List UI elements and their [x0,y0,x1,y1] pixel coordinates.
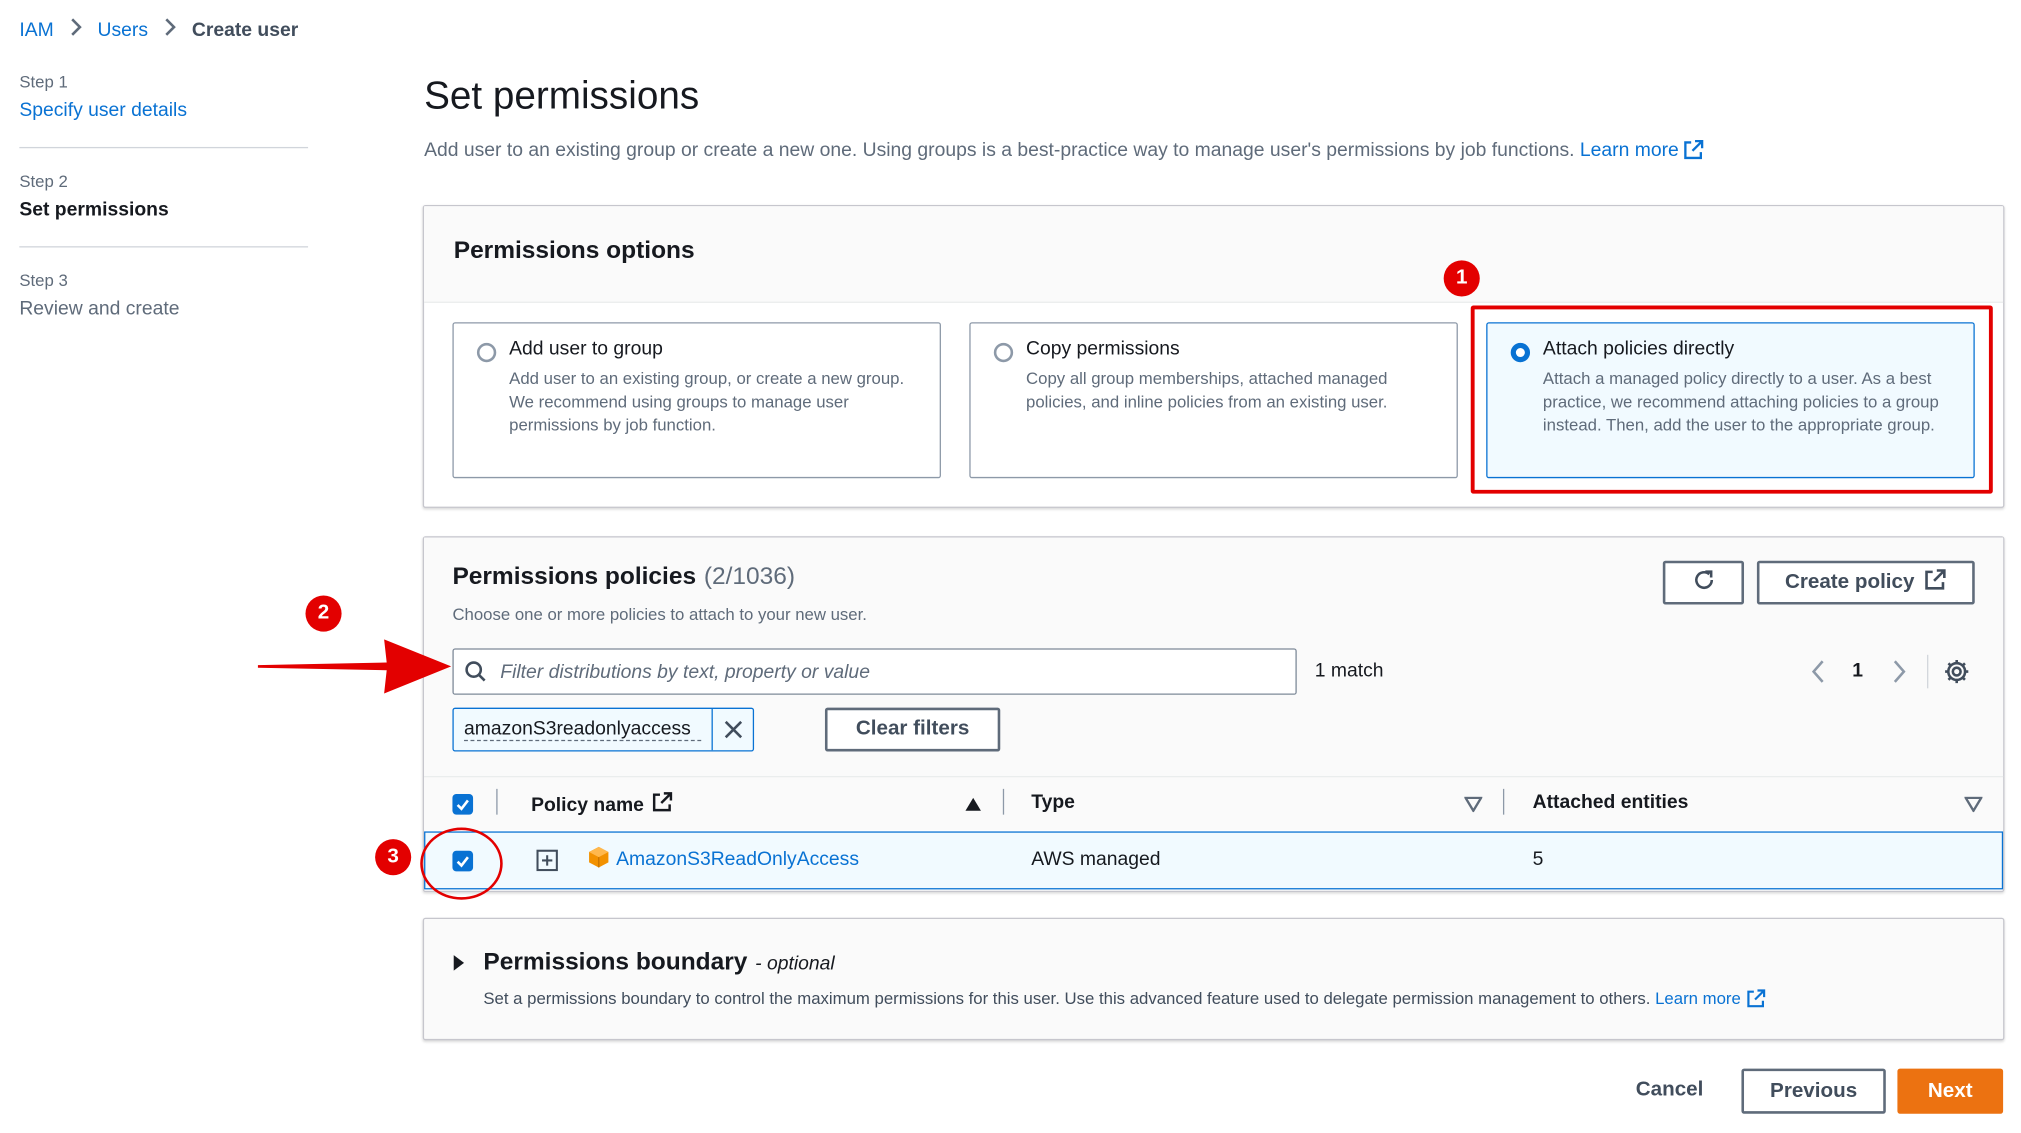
sort-icon[interactable] [1963,795,1984,818]
radio-copy-permissions[interactable] [993,342,1014,363]
step-2-label: Step 2 [19,171,68,191]
policies-count: (2/1036) [703,563,796,591]
clear-filters-label: Clear filters [855,717,970,740]
col-separator [1502,788,1505,815]
step-2-current: Set permissions [19,198,169,221]
pagination-divider [1927,654,1929,689]
policies-heading: Permissions policies (2/1036) [452,563,795,591]
page-number[interactable]: 1 [1852,660,1863,682]
previous-button[interactable]: Previous [1741,1068,1886,1114]
column-label: Policy name [531,793,644,816]
step-divider [19,246,309,248]
column-attached-entities[interactable]: Attached entities [1533,791,1689,813]
external-link-icon [1746,989,1765,1012]
policy-search[interactable] [452,648,1297,695]
refresh-icon [1691,567,1717,599]
chevron-right-icon [164,18,177,42]
next-label: Next [1927,1079,1973,1102]
step-1-label: Step 1 [19,72,68,92]
boundary-heading[interactable]: Permissions boundary - optional [483,949,834,977]
refresh-button[interactable] [1662,560,1745,605]
policy-type: AWS managed [1031,848,1161,871]
annotation-arrow-icon [257,639,452,702]
permissions-options-header: Permissions options [424,206,2004,303]
previous-label: Previous [1770,1079,1858,1102]
step-3-label: Step 3 [19,270,68,291]
match-count: 1 match [1314,659,1384,682]
wizard-steps: Step 1 Specify user details Step 2 Set p… [19,72,309,320]
prev-page-icon[interactable] [1807,657,1830,692]
boundary-learn-more-link[interactable]: Learn more [1655,989,1765,1008]
col-separator [1002,788,1005,815]
next-button[interactable]: Next [1897,1068,2004,1114]
boundary-title: Permissions boundary [483,948,748,976]
filter-token-text: amazonS3readonlyaccess [464,718,702,742]
sort-icon[interactable] [1463,795,1484,818]
breadcrumb-create-user: Create user [191,19,299,42]
breadcrumb-users[interactable]: Users [98,19,148,41]
create-policy-button[interactable]: Create policy [1756,560,1975,605]
col-separator [496,788,498,815]
page-description: Add user to an existing group or create … [424,139,1704,165]
learn-more-label: Learn more [1579,139,1679,162]
boundary-optional: - optional [755,952,835,975]
radio-add-user-to-group[interactable] [476,342,497,363]
chevron-right-icon [69,18,82,42]
breadcrumb-iam[interactable]: IAM [19,19,53,41]
external-link-icon [652,791,673,817]
expand-row-icon[interactable] [536,849,558,877]
page: IAM Users Create user Step 1 Specify use… [0,0,2021,1133]
breadcrumb: IAM Users Create user [19,18,298,42]
policies-description: Choose one or more policies to attach to… [452,604,867,624]
page-title: Set permissions [424,74,700,118]
sort-ascending-icon[interactable] [964,795,982,818]
boundary-description: Set a permissions boundary to control th… [483,989,1765,1012]
annotation-badge-2: 2 [305,595,342,632]
learn-more-label: Learn more [1655,988,1741,1008]
filter-token: amazonS3readonlyaccess [452,707,755,752]
external-link-icon [1684,139,1705,165]
caret-right-icon[interactable] [451,954,466,978]
tile-description: Add user to an existing group, or create… [509,368,905,435]
permissions-boundary-panel [422,917,2005,1041]
tile-description: Copy all group memberships, attached man… [1026,368,1388,412]
attached-entities-count: 5 [1532,848,1544,871]
annotation-badge-1: 1 [1443,260,1480,297]
settings-gear-icon[interactable] [1943,657,1971,692]
tile-copy-permissions[interactable]: Copy permissions Copy all group membersh… [969,322,1458,479]
tile-add-user-to-group[interactable]: Add user to group Add user to an existin… [452,322,941,479]
tile-title: Add user to group [509,337,663,360]
column-policy-name[interactable]: Policy name [531,791,672,817]
learn-more-link[interactable]: Learn more [1580,139,1705,161]
tile-title: Copy permissions [1026,337,1180,360]
next-page-icon[interactable] [1887,657,1910,692]
step-divider [19,146,309,149]
boundary-description-text: Set a permissions boundary to control th… [483,988,1651,1008]
step-1-link[interactable]: Specify user details [19,99,308,121]
clear-filters-button[interactable]: Clear filters [824,707,1001,752]
aws-managed-cube-icon [588,846,610,876]
policy-name-link[interactable]: AmazonS3ReadOnlyAccess [616,848,859,870]
policies-title: Permissions policies [452,563,697,591]
create-policy-label: Create policy [1784,571,1915,593]
column-type[interactable]: Type [1031,791,1075,813]
external-link-icon [1925,568,1947,596]
permissions-options-title: Permissions options [453,237,695,265]
cancel-button[interactable]: Cancel [1636,1079,1704,1102]
search-input[interactable] [497,659,1296,684]
step-3-title: Review and create [19,297,180,320]
page-description-text: Add user to an existing group or create … [424,139,1575,162]
search-icon [454,660,498,683]
dismiss-token-icon[interactable] [711,708,753,751]
annotation-highlight-circle [420,827,503,900]
annotation-highlight-box [1470,305,1993,494]
annotation-badge-3: 3 [375,839,412,876]
select-all-checkbox[interactable] [452,794,474,815]
